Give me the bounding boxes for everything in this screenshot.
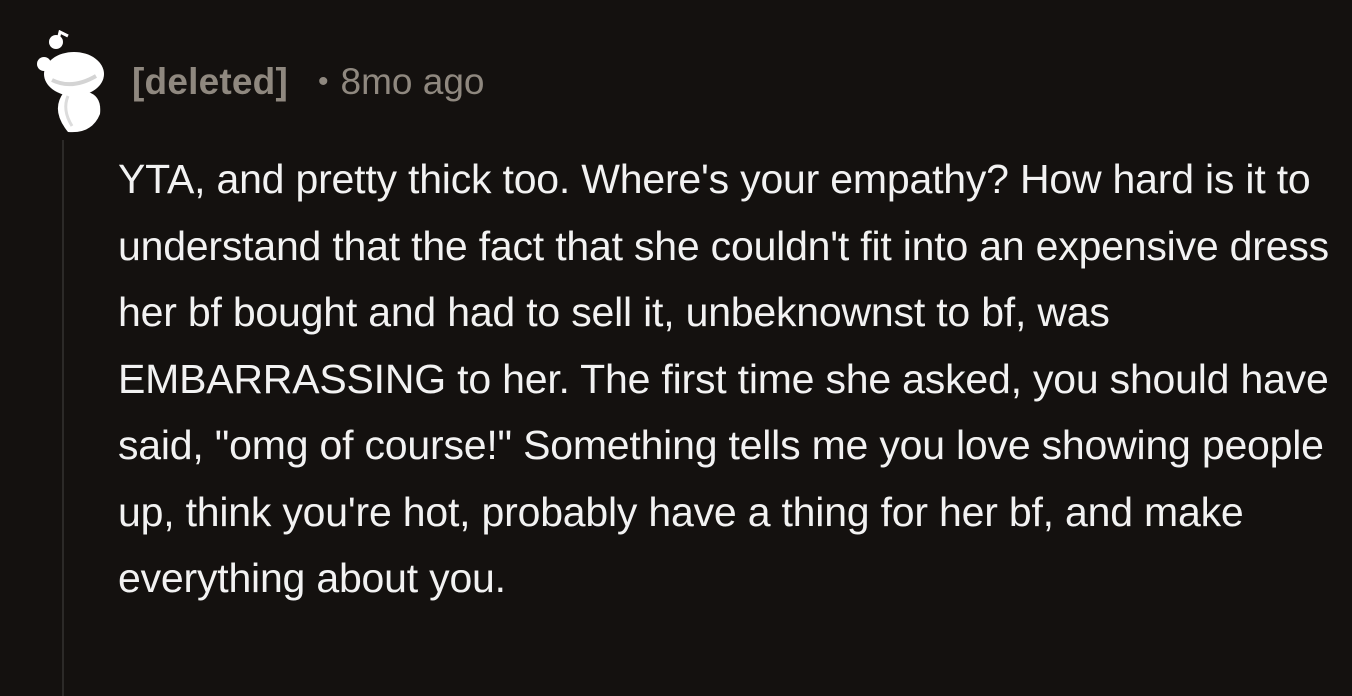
deleted-user-snoo-icon[interactable] [34, 29, 108, 134]
timestamp[interactable]: 8mo ago [341, 61, 485, 103]
comment-header: [deleted] • 8mo ago [132, 58, 485, 106]
thread-line[interactable] [62, 140, 64, 696]
separator-dot: • [317, 65, 329, 98]
author-name[interactable]: [deleted] [132, 61, 288, 103]
comment-body: YTA, and pretty thick too. Where's your … [118, 156, 1329, 601]
comment: [deleted] • 8mo ago YTA, and pretty thic… [0, 0, 1352, 696]
